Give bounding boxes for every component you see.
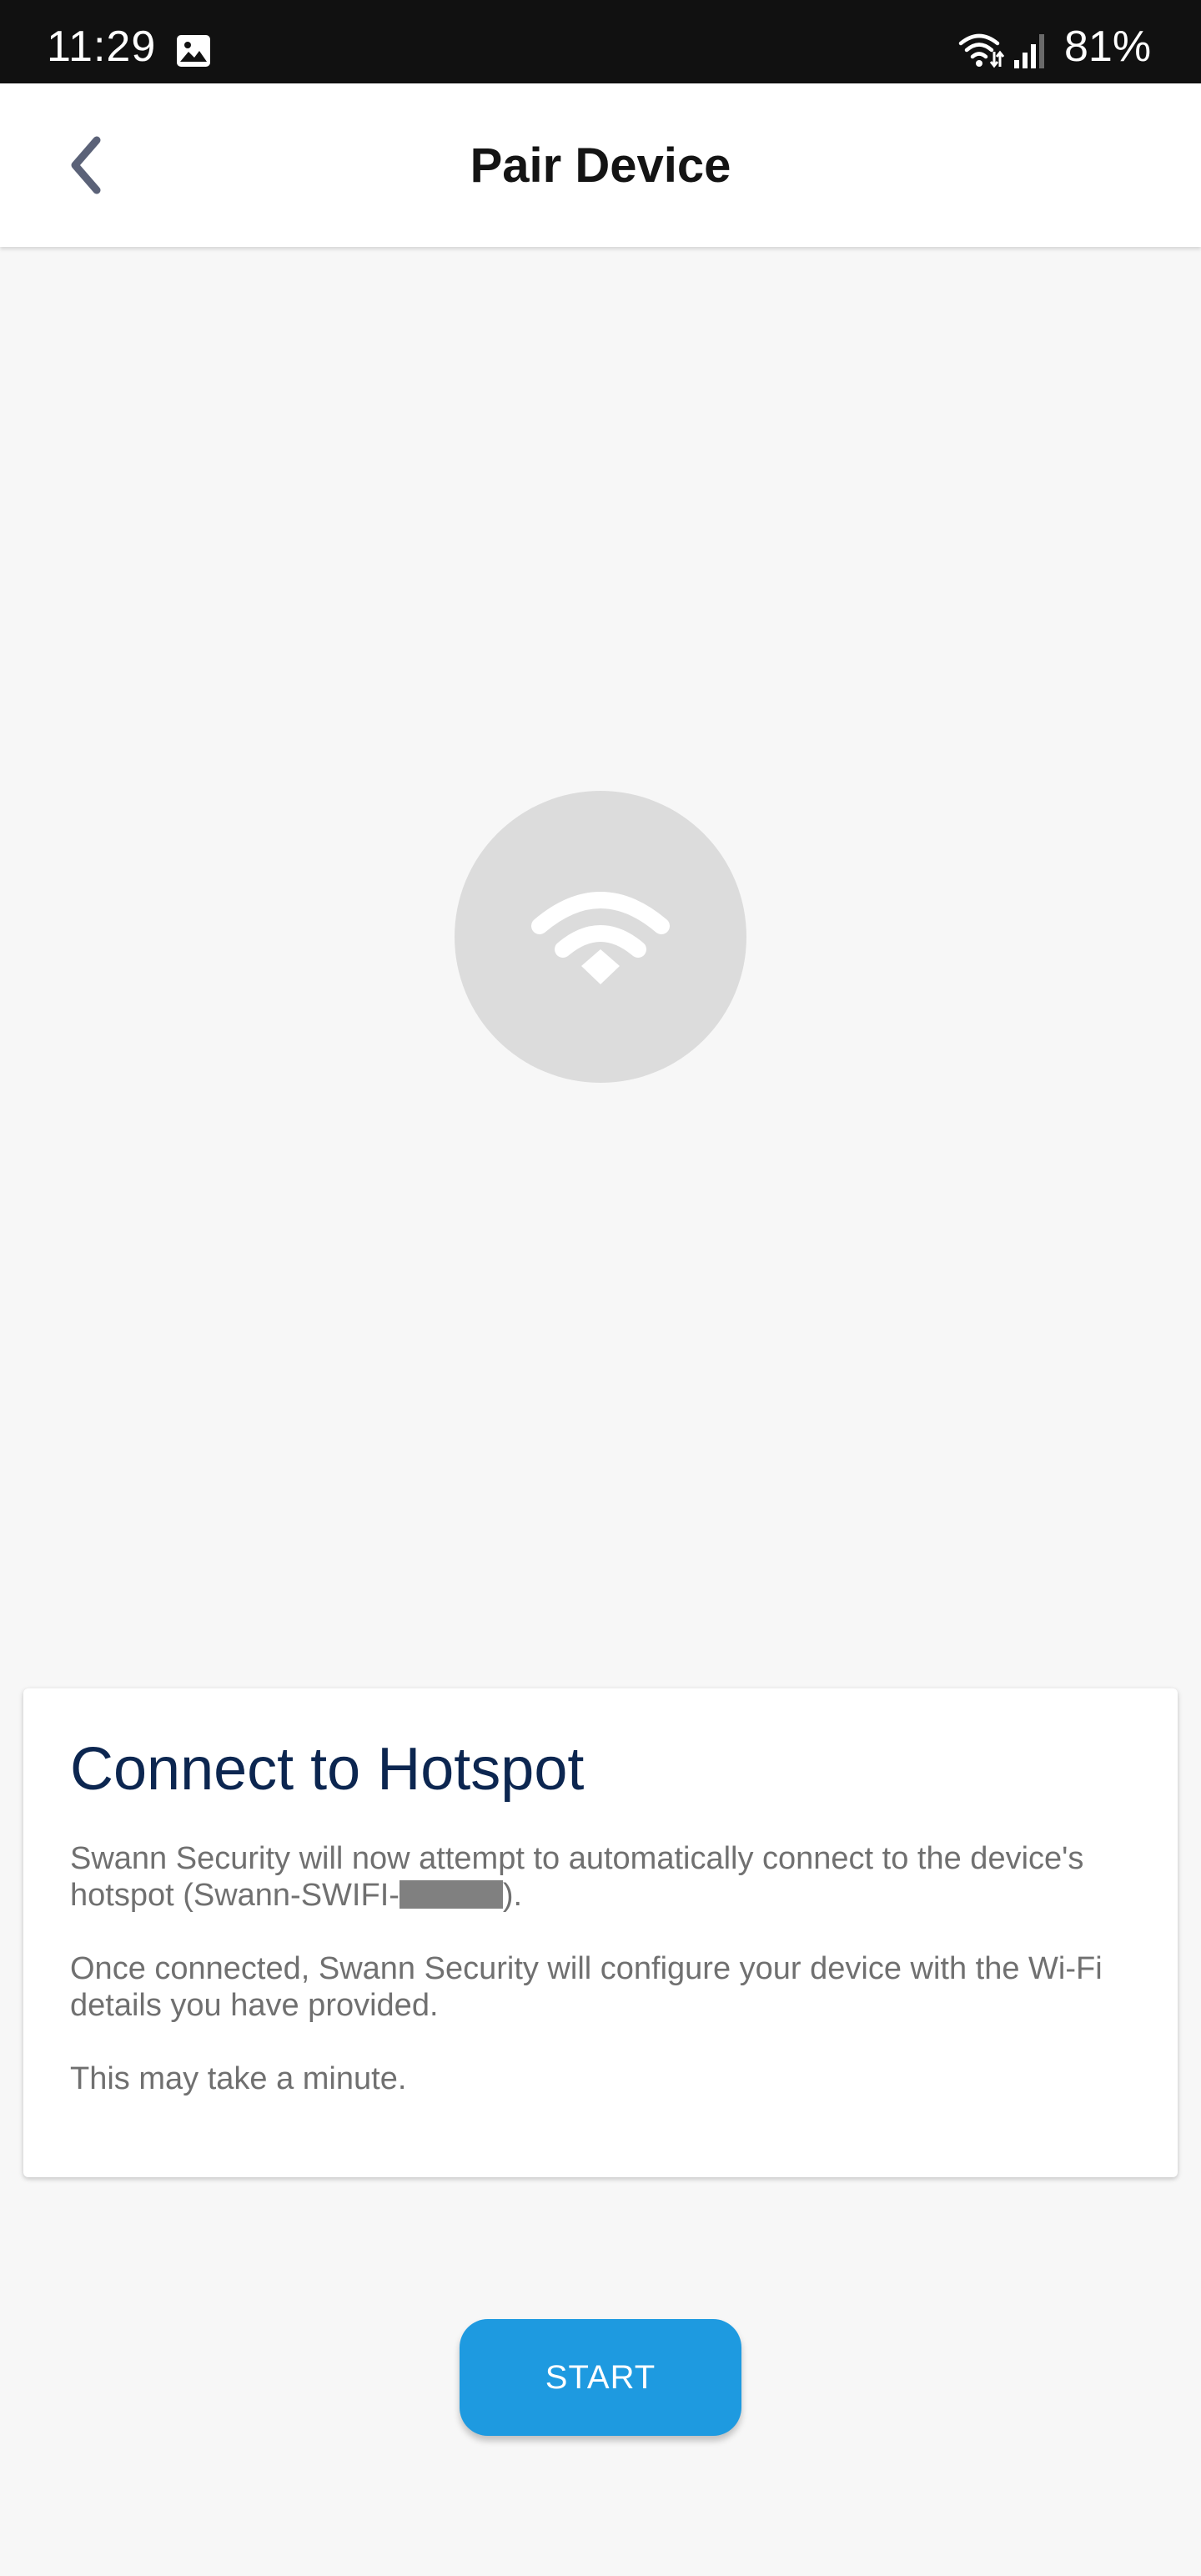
configure-info-text: Once connected, Swann Security will conf… — [70, 1951, 1103, 2024]
back-button[interactable] — [47, 125, 127, 205]
wait-notice-text: This may take a minute. — [70, 2061, 407, 2097]
gallery-icon — [177, 35, 210, 67]
signal-icon — [1014, 34, 1044, 68]
card-title: Connect to Hotspot — [70, 1736, 585, 1803]
status-bar: 11:29 81% — [0, 0, 1201, 83]
wifi-icon — [958, 33, 1004, 68]
app-bar: Pair Device — [0, 83, 1201, 247]
para1-suffix: ). — [502, 1878, 523, 1914]
page-title: Pair Device — [470, 138, 731, 193]
status-time: 11:29 — [47, 23, 157, 71]
hotspot-instruction-text: Swann Security will now attempt to autom… — [70, 1840, 1131, 1914]
hotspot-illustration — [455, 791, 746, 1083]
redacted-hotspot-id — [399, 1880, 503, 1909]
hotspot-info-card: Connect to Hotspot Swann Security will n… — [23, 1688, 1178, 2177]
wifi-icon — [531, 892, 670, 984]
start-button[interactable]: START — [460, 2319, 741, 2436]
chevron-left-icon — [71, 136, 101, 194]
battery-level: 81% — [1064, 23, 1152, 71]
para1-prefix: Swann Security will now attempt to autom… — [70, 1841, 1084, 1914]
